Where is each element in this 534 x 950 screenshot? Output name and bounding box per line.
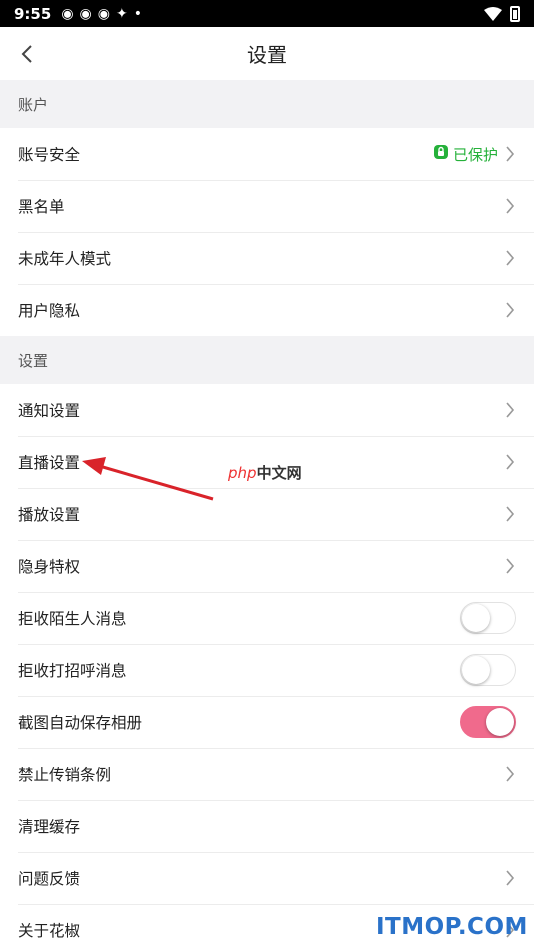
row-accessory xyxy=(504,558,516,574)
toggle-knob xyxy=(462,604,490,632)
page-title: 设置 xyxy=(247,43,287,67)
settings-row[interactable]: 黑名单 xyxy=(0,180,534,232)
weibo-icon: ◉ xyxy=(61,5,74,22)
settings-row[interactable]: 禁止传销条例 xyxy=(0,748,534,800)
toggle-knob xyxy=(462,656,490,684)
settings-row-label: 禁止传销条例 xyxy=(18,766,112,784)
php-logo: php中文网 xyxy=(228,462,302,483)
php-logo-cn: 中文网 xyxy=(256,464,302,482)
chevron-right-icon xyxy=(504,302,516,318)
row-accessory xyxy=(504,198,516,214)
chevron-right-icon xyxy=(504,454,516,470)
chevron-right-icon xyxy=(504,766,516,782)
settings-row[interactable]: 通知设置 xyxy=(0,384,534,436)
dot-icon: • xyxy=(133,5,142,22)
row-accessory: 已保护 xyxy=(433,144,516,165)
row-accessory xyxy=(460,654,516,686)
row-accessory xyxy=(504,402,516,418)
toggle-knob xyxy=(486,708,514,736)
toggle-switch[interactable] xyxy=(460,654,516,686)
chevron-right-icon xyxy=(504,198,516,214)
settings-row[interactable]: 问题反馈 xyxy=(0,852,534,904)
settings-row[interactable]: 账号安全 已保护 xyxy=(0,128,534,180)
notification-icons: ◉ ◉ ◉ ✦ • xyxy=(61,6,142,22)
settings-row[interactable]: 拒收打招呼消息 xyxy=(0,644,534,696)
settings-row[interactable]: 截图自动保存相册 xyxy=(0,696,534,748)
settings-row[interactable]: 用户隐私 xyxy=(0,284,534,336)
chevron-right-icon xyxy=(504,506,516,522)
chevron-right-icon xyxy=(504,402,516,418)
settings-row-label: 未成年人模式 xyxy=(18,250,112,268)
wifi-icon xyxy=(484,6,502,21)
chevron-right-icon xyxy=(504,146,516,162)
weibo-icon: ◉ xyxy=(79,5,92,22)
settings-row-label: 直播设置 xyxy=(18,454,81,472)
settings-row[interactable]: 隐身特权 xyxy=(0,540,534,592)
section-header: 设置 xyxy=(0,336,534,384)
settings-row-label: 问题反馈 xyxy=(18,870,81,888)
status-bar: 9:55 ◉ ◉ ◉ ✦ • xyxy=(0,0,534,27)
toggle-switch[interactable] xyxy=(460,706,516,738)
status-time: 9:55 xyxy=(14,4,52,23)
settings-row[interactable]: 拒收陌生人消息 xyxy=(0,592,534,644)
section-header: 账户 xyxy=(0,80,534,128)
row-accessory xyxy=(504,302,516,318)
row-accessory xyxy=(460,706,516,738)
nav-bar: 设置 xyxy=(0,27,534,80)
settings-list: 账户账号安全 已保护黑名单未成年人模式 用户隐私设置通知设置直播设置播放设置隐身特权… xyxy=(0,80,534,950)
chevron-right-icon xyxy=(504,870,516,886)
lock-icon xyxy=(433,144,449,164)
php-logo-text: php xyxy=(228,464,257,482)
settings-row-label: 清理缓存 xyxy=(18,818,81,836)
settings-row[interactable]: 清理缓存 xyxy=(0,800,534,852)
row-accessory xyxy=(460,602,516,634)
settings-row-label: 拒收打招呼消息 xyxy=(18,662,127,680)
row-accessory xyxy=(504,506,516,522)
settings-row-label: 关于花椒 xyxy=(18,922,81,940)
settings-row-label: 黑名单 xyxy=(18,198,65,216)
status-text: 已保护 xyxy=(452,145,498,164)
settings-row-label: 截图自动保存相册 xyxy=(18,714,143,732)
settings-row[interactable]: 播放设置 xyxy=(0,488,534,540)
battery-icon xyxy=(510,5,520,22)
weibo-icon: ◉ xyxy=(97,5,110,22)
status-badge: 已保护 xyxy=(433,144,498,165)
settings-row-label: 用户隐私 xyxy=(18,302,81,320)
app-icon: ✦ xyxy=(115,5,128,22)
watermark: ITMOP.COM xyxy=(376,914,528,940)
row-accessory xyxy=(504,870,516,886)
chevron-right-icon xyxy=(504,558,516,574)
settings-row-label: 播放设置 xyxy=(18,506,81,524)
settings-row[interactable]: 未成年人模式 xyxy=(0,232,534,284)
chevron-left-icon xyxy=(21,45,32,63)
settings-row-label: 拒收陌生人消息 xyxy=(18,610,127,628)
toggle-switch[interactable] xyxy=(460,602,516,634)
settings-row-label: 账号安全 xyxy=(18,146,81,164)
row-accessory xyxy=(504,454,516,470)
settings-row-label: 通知设置 xyxy=(18,402,81,420)
settings-row-label: 隐身特权 xyxy=(18,558,81,576)
chevron-right-icon xyxy=(504,250,516,266)
row-accessory xyxy=(504,250,516,266)
row-accessory xyxy=(504,766,516,782)
back-button[interactable] xyxy=(14,41,40,67)
